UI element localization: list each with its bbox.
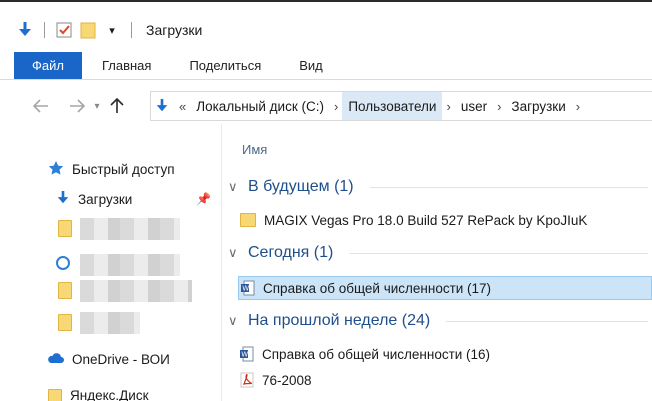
blurred-folder-name[interactable] (80, 254, 180, 276)
chevron-right-icon[interactable]: › (442, 99, 454, 114)
back-arrow-icon (33, 99, 48, 113)
window-top-border (0, 0, 652, 8)
new-folder-icon[interactable] (79, 21, 97, 39)
group-header[interactable]: ∨ В будущем (1) (228, 178, 648, 196)
address-bar[interactable]: « Локальный диск (C:) › Пользователи › u… (150, 91, 652, 121)
nav-downloads-label: Загрузки (78, 192, 133, 207)
nav-onedrive[interactable]: OneDrive - ВОИ (46, 352, 170, 367)
properties-icon[interactable] (55, 21, 73, 39)
navigation-pane: Быстрый доступ Загрузки 📌 OneDrive - ВОИ… (0, 124, 222, 401)
group-label: На прошлой неделе (24) (248, 312, 431, 329)
group-label: Сегодня (1) (248, 244, 334, 261)
nav-yandex-label: Яндекс.Диск (70, 388, 149, 401)
svg-text:W: W (242, 285, 249, 293)
word-icon: W (240, 346, 254, 362)
nav-quick-access[interactable]: Быстрый доступ (48, 160, 175, 179)
breadcrumb-user[interactable]: user (455, 92, 493, 120)
pdf-icon (240, 372, 254, 388)
folder-icon[interactable] (58, 282, 72, 299)
list-item[interactable]: W Справка об общей численности (16) (238, 342, 652, 366)
customize-toolbar-icon[interactable]: ▾ (103, 21, 121, 39)
nav-onedrive-label: OneDrive - ВОИ (72, 352, 170, 367)
blurred-folder-name[interactable] (80, 280, 192, 302)
item-name: Справка об общей численности (17) (263, 280, 492, 296)
chevron-down-icon: ∨ (228, 245, 238, 260)
nav-yandex-disk[interactable]: Яндекс.Диск (48, 388, 149, 401)
star-icon (48, 160, 64, 179)
item-name: 76-2008 (262, 372, 312, 388)
toolbar-separator (131, 22, 132, 38)
tab-share[interactable]: Поделиться (167, 52, 277, 79)
downloads-location-icon (151, 92, 175, 120)
file-list: Имя ∨ В будущем (1) MAGIX Vegas Pro 18.0… (222, 124, 652, 401)
pin-icon[interactable]: 📌 (196, 192, 211, 206)
group-header[interactable]: ∨ Сегодня (1) (228, 244, 648, 262)
window-title: Загрузки (146, 22, 203, 38)
breadcrumb-overflow[interactable]: « (175, 99, 190, 114)
chevron-down-icon: ∨ (228, 313, 238, 328)
list-item[interactable]: W Справка об общей численности (17) (238, 276, 652, 300)
group-divider (446, 320, 648, 322)
group-divider (349, 252, 648, 254)
list-item[interactable]: 76-2008 (238, 368, 652, 392)
group-divider (369, 186, 648, 188)
recent-locations-button[interactable]: ▾ (90, 93, 104, 119)
nav-quick-access-label: Быстрый доступ (72, 162, 175, 177)
chevron-right-icon[interactable]: › (330, 99, 342, 114)
folder-icon[interactable] (58, 220, 72, 237)
chevron-right-icon[interactable]: › (493, 99, 505, 114)
item-name: MAGIX Vegas Pro 18.0 Build 527 RePack by… (264, 212, 588, 228)
tab-file[interactable]: Файл (14, 52, 82, 79)
group-header[interactable]: ∨ На прошлой неделе (24) (228, 312, 648, 330)
nav-downloads[interactable]: Загрузки (56, 190, 132, 209)
up-arrow-icon (110, 98, 124, 113)
download-arrow-icon[interactable] (16, 21, 34, 39)
back-button[interactable] (28, 93, 54, 119)
chevron-down-icon: ∨ (228, 179, 238, 194)
folder-icon[interactable] (58, 314, 72, 331)
cloud-icon (46, 352, 64, 367)
toolbar-separator (44, 22, 45, 38)
word-icon: W (241, 280, 255, 296)
breadcrumb-downloads[interactable]: Загрузки (505, 92, 571, 120)
breadcrumb-local-disk[interactable]: Локальный диск (C:) (190, 92, 330, 120)
blurred-folder-name[interactable] (80, 312, 140, 334)
chevron-right-icon[interactable]: › (572, 99, 584, 114)
download-arrow-icon (56, 190, 70, 209)
blurred-folder-name[interactable] (80, 218, 180, 240)
ribbon-tabs: Файл Главная Поделиться Вид (0, 52, 652, 80)
forward-button[interactable] (64, 93, 90, 119)
forward-arrow-icon (70, 99, 85, 113)
list-item[interactable]: MAGIX Vegas Pro 18.0 Build 527 RePack by… (238, 208, 652, 232)
tab-home[interactable]: Главная (82, 52, 167, 79)
group-label: В будущем (1) (248, 178, 354, 195)
folder-icon (48, 388, 62, 401)
up-button[interactable] (104, 93, 130, 119)
column-header-name[interactable]: Имя (242, 142, 267, 157)
item-name: Справка об общей численности (16) (262, 346, 491, 362)
address-row: ▾ « Локальный диск (C:) › Пользователи ›… (0, 88, 652, 124)
breadcrumb-users[interactable]: Пользователи (342, 92, 443, 120)
svg-text:W: W (241, 351, 248, 359)
sync-icon[interactable] (56, 256, 70, 270)
tab-view[interactable]: Вид (277, 52, 339, 79)
title-bar: ▾ Загрузки (0, 8, 652, 52)
folder-icon (240, 213, 256, 227)
